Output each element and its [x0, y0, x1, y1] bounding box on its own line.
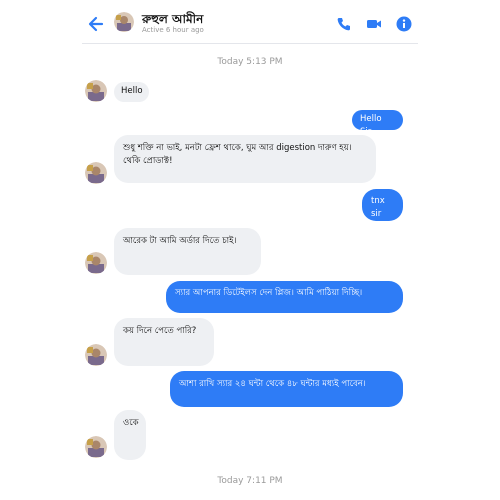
sender-avatar — [85, 344, 107, 366]
incoming-message: Hello — [114, 82, 149, 102]
contact-avatar[interactable] — [114, 12, 134, 32]
info-icon[interactable] — [396, 16, 412, 32]
message-text: Hello Sir — [360, 114, 382, 137]
chat-header: রুহুল আমীন Active 6 hour ago — [0, 0, 500, 44]
message-text: শুধু শক্তি না ভাই, মনটা ফ্রেশ থাকে, ঘুম … — [123, 143, 352, 166]
incoming-message: আরেক টা আমি অর্ডার দিতে চাই। — [114, 228, 261, 275]
outgoing-message: স্যার আপনার ডিটেইলস দেন প্লিজ। আমি পাঠিয… — [166, 281, 403, 313]
outgoing-message: tnx sir — [362, 189, 403, 221]
incoming-message: শুধু শক্তি না ভাই, মনটা ফ্রেশ থাকে, ঘুম … — [114, 135, 376, 183]
incoming-message: ওকে — [114, 410, 146, 460]
outgoing-message: আশা রাখি স্যার ২৪ ঘন্টা থেকে ৪৮ ঘন্টার ম… — [170, 371, 403, 407]
header-divider — [82, 43, 418, 44]
timestamp: Today 7:11 PM — [217, 476, 283, 486]
sender-avatar — [85, 252, 107, 274]
message-text: স্যার আপনার ডিটেইলস দেন প্লিজ। আমি পাঠিয… — [175, 288, 363, 298]
sender-avatar — [85, 436, 107, 458]
sender-avatar — [85, 162, 107, 184]
video-icon[interactable] — [366, 16, 382, 32]
message-text: কয় দিনে পেতে পারি? — [123, 326, 197, 336]
sender-avatar — [85, 80, 107, 102]
back-arrow-icon[interactable] — [86, 14, 106, 34]
message-text: Hello — [121, 86, 143, 96]
message-text: আরেক টা আমি অর্ডার দিতে চাই। — [123, 236, 237, 246]
timestamp: Today 5:13 PM — [217, 57, 283, 67]
message-text: আশা রাখি স্যার ২৪ ঘন্টা থেকে ৪৮ ঘন্টার ম… — [179, 379, 366, 389]
message-text: ওকে — [123, 418, 139, 428]
active-status: Active 6 hour ago — [142, 26, 204, 34]
incoming-message: কয় দিনে পেতে পারি? — [114, 318, 214, 366]
phone-icon[interactable] — [336, 16, 352, 32]
message-text: tnx sir — [371, 196, 385, 219]
outgoing-message: Hello Sir — [352, 110, 403, 137]
